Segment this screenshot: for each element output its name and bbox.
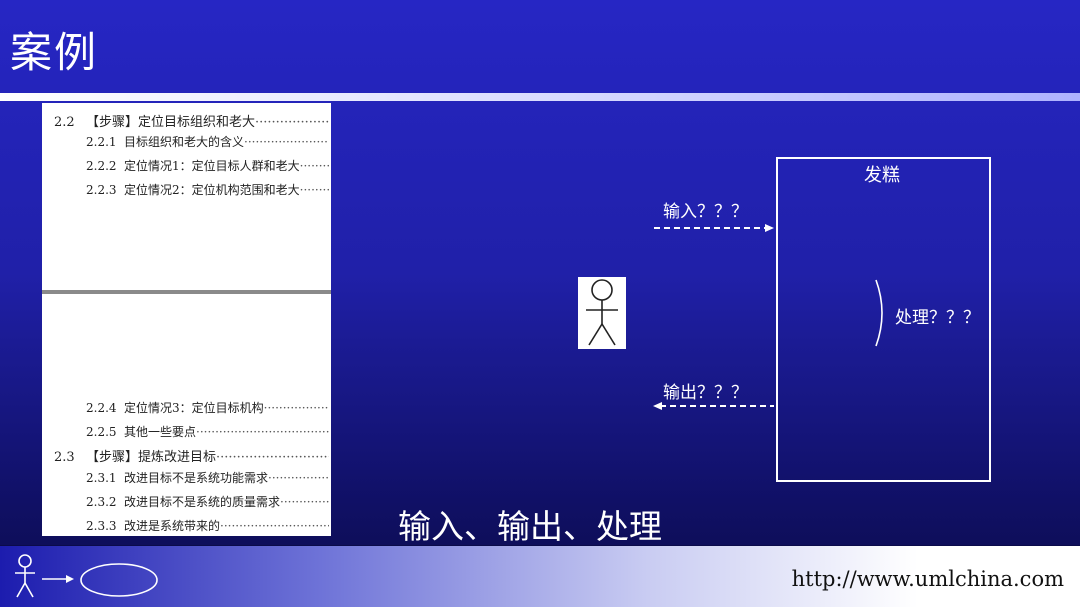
toc-leader-dots xyxy=(255,115,329,130)
output-label: 输出？？？ xyxy=(663,383,748,403)
toc-entry-text: 其他一些要点 xyxy=(124,425,197,439)
toc-leader-dots xyxy=(244,135,329,149)
toc-entry-text: 改进目标不是系统功能需求 xyxy=(124,471,269,485)
process-label: 处理？？？ xyxy=(895,308,980,328)
input-label: 输入？？？ xyxy=(663,202,748,222)
toc-entry-number: 2.2.4 xyxy=(86,401,117,415)
toc-leader-dots xyxy=(268,471,329,485)
toc-entry-number: 2.2.2 xyxy=(86,159,117,173)
actor-usecase-logo-icon xyxy=(15,554,158,598)
slide-title: 案例 xyxy=(10,28,99,77)
process-brace-icon xyxy=(875,279,883,347)
toc-leader-dots xyxy=(216,450,329,465)
toc-leader-dots xyxy=(264,401,329,415)
toc-entry-number: 2.2.1 xyxy=(86,135,117,149)
toc-entry-number: 2.3 xyxy=(54,450,75,465)
toc-leader-dots xyxy=(280,495,329,509)
footer-url: http://www.umlchina.com xyxy=(791,567,1064,591)
toc-entry: 2.3.2 改进目标不是系统的质量需求 xyxy=(86,493,329,510)
toc-entry-text: 改进是系统带来的 xyxy=(124,519,221,533)
stick-figure-icon xyxy=(578,277,626,349)
toc-entry-number: 2.3.3 xyxy=(86,519,117,533)
toc-entry-number: 2.2.3 xyxy=(86,183,117,197)
toc-page-divider xyxy=(42,290,331,294)
toc-entry-text: 【步骤】定位目标组织和老大 xyxy=(86,115,256,130)
toc-leader-dots xyxy=(300,159,329,173)
toc-entry-text: 定位情况2：定位机构范围和老大 xyxy=(124,183,300,197)
toc-entry: 2.2.1 目标组织和老大的含义 xyxy=(86,133,329,150)
toc-entry-text: 目标组织和老大的含义 xyxy=(124,135,245,149)
title-underline xyxy=(0,93,1080,101)
toc-leader-dots xyxy=(196,425,329,439)
slide: 案例 2.2 【步骤】定位目标组织和老大 2.2.1 目标组织和老大的含义 2.… xyxy=(0,0,1080,607)
toc-entry: 2.3 【步骤】提炼改进目标 xyxy=(54,446,329,465)
toc-entry: 2.2.3 定位情况2：定位机构范围和老大 xyxy=(86,181,329,198)
footer-bar: http://www.umlchina.com xyxy=(0,545,1080,607)
toc-entry: 2.3.3 改进是系统带来的 xyxy=(86,517,329,534)
toc-entry-text: 定位情况1：定位目标人群和老大 xyxy=(124,159,300,173)
toc-entry: 2.2 【步骤】定位目标组织和老大 xyxy=(54,111,329,130)
toc-screenshot: 2.2 【步骤】定位目标组织和老大 2.2.1 目标组织和老大的含义 2.2.2… xyxy=(42,103,331,536)
slide-caption: 输入、输出、处理 xyxy=(398,507,662,546)
toc-entry: 2.2.4 定位情况3：定位目标机构 xyxy=(86,399,329,416)
toc-entry: 2.3.1 改进目标不是系统功能需求 xyxy=(86,469,329,486)
toc-entry-number: 2.3.1 xyxy=(86,471,117,485)
toc-entry: 2.2.2 定位情况1：定位目标人群和老大 xyxy=(86,157,329,174)
toc-entry-text: 定位情况3：定位目标机构 xyxy=(124,401,264,415)
toc-entry-text: 【步骤】提炼改进目标 xyxy=(86,450,217,465)
toc-leader-dots xyxy=(300,183,329,197)
toc-entry: 2.2.5 其他一些要点 xyxy=(86,423,329,440)
toc-leader-dots xyxy=(220,519,329,533)
system-label: 发糕 xyxy=(864,165,900,186)
toc-entry-number: 2.2.5 xyxy=(86,425,117,439)
toc-entry-text: 改进目标不是系统的质量需求 xyxy=(124,495,281,509)
toc-entry-number: 2.3.2 xyxy=(86,495,117,509)
toc-entry-number: 2.2 xyxy=(54,115,75,130)
